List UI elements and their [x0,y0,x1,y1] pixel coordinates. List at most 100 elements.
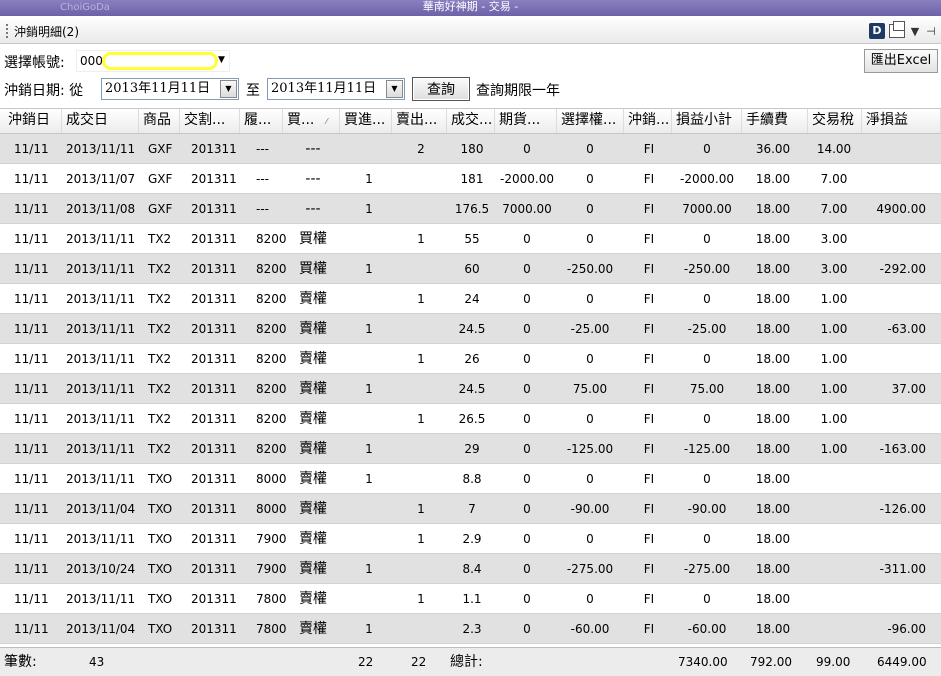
column-header-net-pl[interactable]: 淨損益 [862,109,941,133]
table-row[interactable]: 11/11 2013/11/11 TX2 201311 8200 賣權 1 24 0 0 FI 0 18… [0,284,941,314]
column-header-buy-qty[interactable]: 買進... [340,109,392,133]
column-header-futures-pl[interactable]: 期貨... [495,109,557,133]
table-row[interactable]: 11/11 2013/11/11 TX2 201311 8200 賣權 1 26 0 0 FI 0 18… [0,344,941,374]
cell-trade-date: 2013/11/11 [66,592,136,606]
pin-icon[interactable]: ⊣ [925,25,937,38]
cell-product: TX2 [148,322,172,336]
cell-offset-date: 11/11 [14,262,49,276]
date-to-dropdown-icon[interactable]: ▼ [386,80,403,98]
summary-bar: 筆數: 43 22 22 總計: 7340.00 792.00 99.00 64… [0,647,941,676]
table-row[interactable]: 11/11 2013/11/08 GXF 201311 --- --- 1 176.5 7000… [0,194,941,224]
cell-offset-date: 11/11 [14,622,49,636]
column-header-strike[interactable]: 履... [240,109,283,133]
d-logo-icon[interactable]: D [869,23,885,39]
column-header-offset-type[interactable]: 沖銷... [624,109,672,133]
table-row[interactable]: 11/11 2013/11/07 GXF 201311 --- --- 1 181 -2000.… [0,164,941,194]
cell-trade-date: 2013/11/04 [66,502,136,516]
column-header-offset-date[interactable]: 沖銷日 [0,109,62,133]
column-header-call-put[interactable]: 買... [283,109,340,133]
cell-trade-date: 2013/11/11 [66,532,136,546]
table-row[interactable]: 11/11 2013/11/11 TX2 201311 8200 賣權 1 26.5 0 0 FI 0… [0,404,941,434]
table-header: ⁄ 沖銷日 成交日 商品 交割... 履... 買... 買進... 賣出... 成交... 期貨… [0,108,941,134]
cell-trade-date: 2013/11/08 [66,202,136,216]
table-row[interactable]: 11/11 2013/11/11 TX2 201311 8200 賣權 1 29 0 -125.0… [0,434,941,464]
cell-trade-date: 2013/11/11 [66,142,136,156]
cell-tax: 1.00 [820,292,848,306]
filter-date-label: 沖銷日期: 從 [4,83,84,99]
cell-settlement-month: 201311 [191,412,237,426]
panel-title: 沖銷明細(2) [14,25,79,39]
column-header-tax[interactable]: 交易稅 [808,109,862,133]
cell-net-pl: -311.00 [879,562,926,576]
date-from-picker[interactable]: 2013年11月11日 ▼ [101,78,239,100]
cell-settlement-month: 201311 [191,142,237,156]
dropdown-arrow-icon[interactable]: ▼ [909,25,921,38]
cell-tax: 3.00 [820,232,848,246]
table-row[interactable]: 11/11 2013/11/11 TX2 201311 8200 買權 1 55 0 0 FI 0 18… [0,224,941,254]
column-header-product[interactable]: 商品 [139,109,180,133]
query-button[interactable]: 查詢 [412,77,470,101]
cell-settlement-month: 201311 [191,562,237,576]
cell-tax: 1.00 [820,352,848,366]
column-header-trade-date[interactable]: 成交日 [62,109,139,133]
table-row[interactable]: 11/11 2013/11/11 TXO 201311 7900 賣權 1 2.9 0 0 FI 0 1… [0,524,941,554]
column-header-option-pl[interactable]: 選擇權... [557,109,624,133]
table-row[interactable]: 11/11 2013/11/11 TXO 201311 8000 賣權 1 8.8 0 0 FI 0 1… [0,464,941,494]
column-header-fee[interactable]: 手續費 [742,109,808,133]
table-row[interactable]: 11/11 2013/10/24 TXO 201311 7900 賣權 1 8.4 0 -275.… [0,554,941,584]
column-header-trade-price[interactable]: 成交... [447,109,495,133]
export-excel-button[interactable]: 匯出Excel [864,49,938,73]
cell-product: TX2 [148,382,172,396]
column-header-pl-subtotal[interactable]: 損益小計 [672,109,742,133]
table-row[interactable]: 11/11 2013/11/11 TX2 201311 8200 買權 1 60 0 -250.0… [0,254,941,284]
cell-offset-date: 11/11 [14,232,49,246]
cell-tax: 1.00 [820,322,848,336]
column-header-sell-qty[interactable]: 賣出... [392,109,447,133]
column-header-settlement-month[interactable]: 交割... [180,109,240,133]
float-window-icon[interactable] [889,21,905,38]
drag-grip-icon[interactable] [6,24,9,38]
cell-offset-date: 11/11 [14,502,49,516]
cell-product: TXO [148,622,173,636]
cell-product: TX2 [148,412,172,426]
window-titlebar: ChoiGoDa 華南好神期 - 交易 - [0,0,941,16]
query-limit-note: 查詢期限一年 [476,83,560,99]
table-row[interactable]: 11/11 2013/11/11 TXO 201311 7800 賣權 1 1.1 0 0 FI 0 1… [0,584,941,614]
cell-net-pl: 4900.00 [876,202,926,216]
cell-trade-date: 2013/11/04 [66,622,136,636]
cell-product: TXO [148,502,173,516]
cell-settlement-month: 201311 [191,382,237,396]
cell-settlement-month: 201311 [191,352,237,366]
cell-product: GXF [148,172,173,186]
table-row[interactable]: 11/11 2013/11/04 TXO 201311 7800 賣權 1 2.3 0 -60.0… [0,614,941,644]
table-row[interactable]: 11/11 2013/11/11 GXF 201311 --- --- 2 180 0 0 FI 0 3… [0,134,941,164]
date-to-picker[interactable]: 2013年11月11日 ▼ [267,78,405,100]
cell-strike: --- [256,172,269,186]
cell-tax: 3.00 [820,262,848,276]
cell-settlement-month: 201311 [191,322,237,336]
cell-product: GXF [148,202,173,216]
cell-strike: --- [256,202,269,216]
cell-product: TXO [148,592,173,606]
cell-trade-date: 2013/11/11 [66,292,136,306]
cell-trade-date: 2013/11/11 [66,472,136,486]
cell-offset-date: 11/11 [14,322,49,336]
cell-net-pl: -292.00 [879,262,926,276]
table-row[interactable]: 11/11 2013/11/04 TXO 201311 8000 賣權 1 7 0 -90.00 F… [0,494,941,524]
table-row[interactable]: 11/11 2013/11/11 TX2 201311 8200 賣權 1 24.5 0 -25.… [0,314,941,344]
date-to-value: 2013年11月11日 [271,81,377,96]
panel-header: 沖銷明細(2) D ▼ ⊣ [0,18,941,44]
cell-offset-date: 11/11 [14,382,49,396]
cell-settlement-month: 201311 [191,442,237,456]
cell-trade-date: 2013/11/11 [66,442,136,456]
account-dropdown-icon[interactable]: ▼ [218,55,225,65]
grand-total-label: 總計: [450,654,483,670]
table-row[interactable]: 11/11 2013/11/11 TX2 201311 8200 賣權 1 24.5 0 75.0… [0,374,941,404]
cell-strike: --- [256,142,269,156]
cell-trade-date: 2013/10/24 [66,562,136,576]
cell-net-pl: -163.00 [879,442,926,456]
fee-total-value: 792.00 [750,655,792,669]
account-redaction-mark [102,52,218,70]
account-label: 選擇帳號: [4,55,65,71]
date-from-dropdown-icon[interactable]: ▼ [220,80,237,98]
